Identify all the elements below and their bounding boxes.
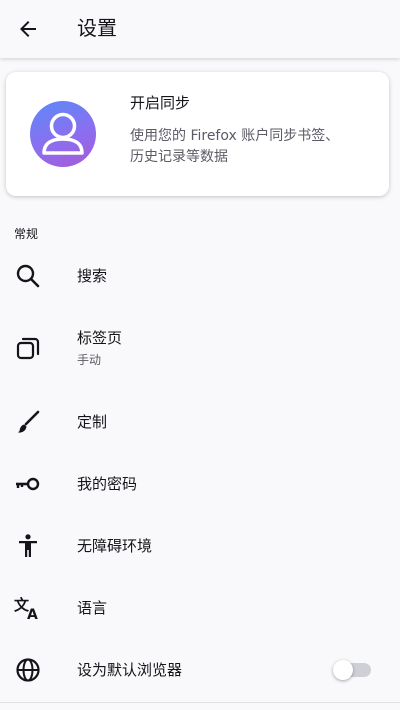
settings-screen: 设置 开启同步 使用您的 Firefox 账户同步书签、历史记录等数据 常规 搜… [0, 0, 400, 710]
settings-item-label: 设为默认浏览器 [77, 661, 183, 679]
divider [0, 702, 400, 703]
tabs-icon [14, 334, 42, 362]
settings-item-default-browser[interactable]: 设为默认浏览器 [0, 646, 400, 694]
translate-icon: 文 A [14, 594, 42, 622]
account-avatar-icon [30, 101, 96, 167]
brush-icon [14, 408, 42, 436]
sync-card[interactable]: 开启同步 使用您的 Firefox 账户同步书签、历史记录等数据 [6, 72, 389, 196]
arrow-back-icon [20, 21, 36, 37]
globe-icon [14, 656, 42, 684]
settings-item-tabs[interactable]: 标签页 手动 [0, 322, 400, 378]
settings-item-language[interactable]: 文 A 语言 [0, 584, 400, 632]
default-browser-toggle[interactable] [333, 660, 371, 680]
key-icon [14, 470, 42, 498]
settings-item-label: 搜索 [77, 267, 108, 285]
sync-title: 开启同步 [130, 94, 191, 112]
page-title: 设置 [77, 16, 117, 40]
toggle-thumb [333, 660, 353, 680]
settings-item-accessibility[interactable]: 无障碍环境 [0, 522, 400, 570]
settings-item-passwords[interactable]: 我的密码 [0, 460, 400, 508]
settings-item-label: 语言 [77, 599, 108, 617]
settings-item-label: 标签页 [77, 329, 123, 347]
search-icon [14, 262, 42, 290]
section-header-general: 常规 [14, 227, 39, 241]
top-toolbar: 设置 [0, 0, 400, 58]
settings-item-sublabel: 手动 [77, 353, 102, 367]
settings-item-search[interactable]: 搜索 [0, 252, 400, 300]
svg-text:A: A [27, 607, 38, 621]
back-button[interactable] [8, 9, 48, 49]
settings-item-label: 我的密码 [77, 475, 138, 493]
sync-description: 使用您的 Firefox 账户同步书签、历史记录等数据 [130, 128, 340, 165]
settings-item-customize[interactable]: 定制 [0, 398, 400, 446]
settings-item-label: 定制 [77, 413, 108, 431]
settings-item-label: 无障碍环境 [77, 537, 153, 555]
accessibility-icon [14, 532, 42, 560]
